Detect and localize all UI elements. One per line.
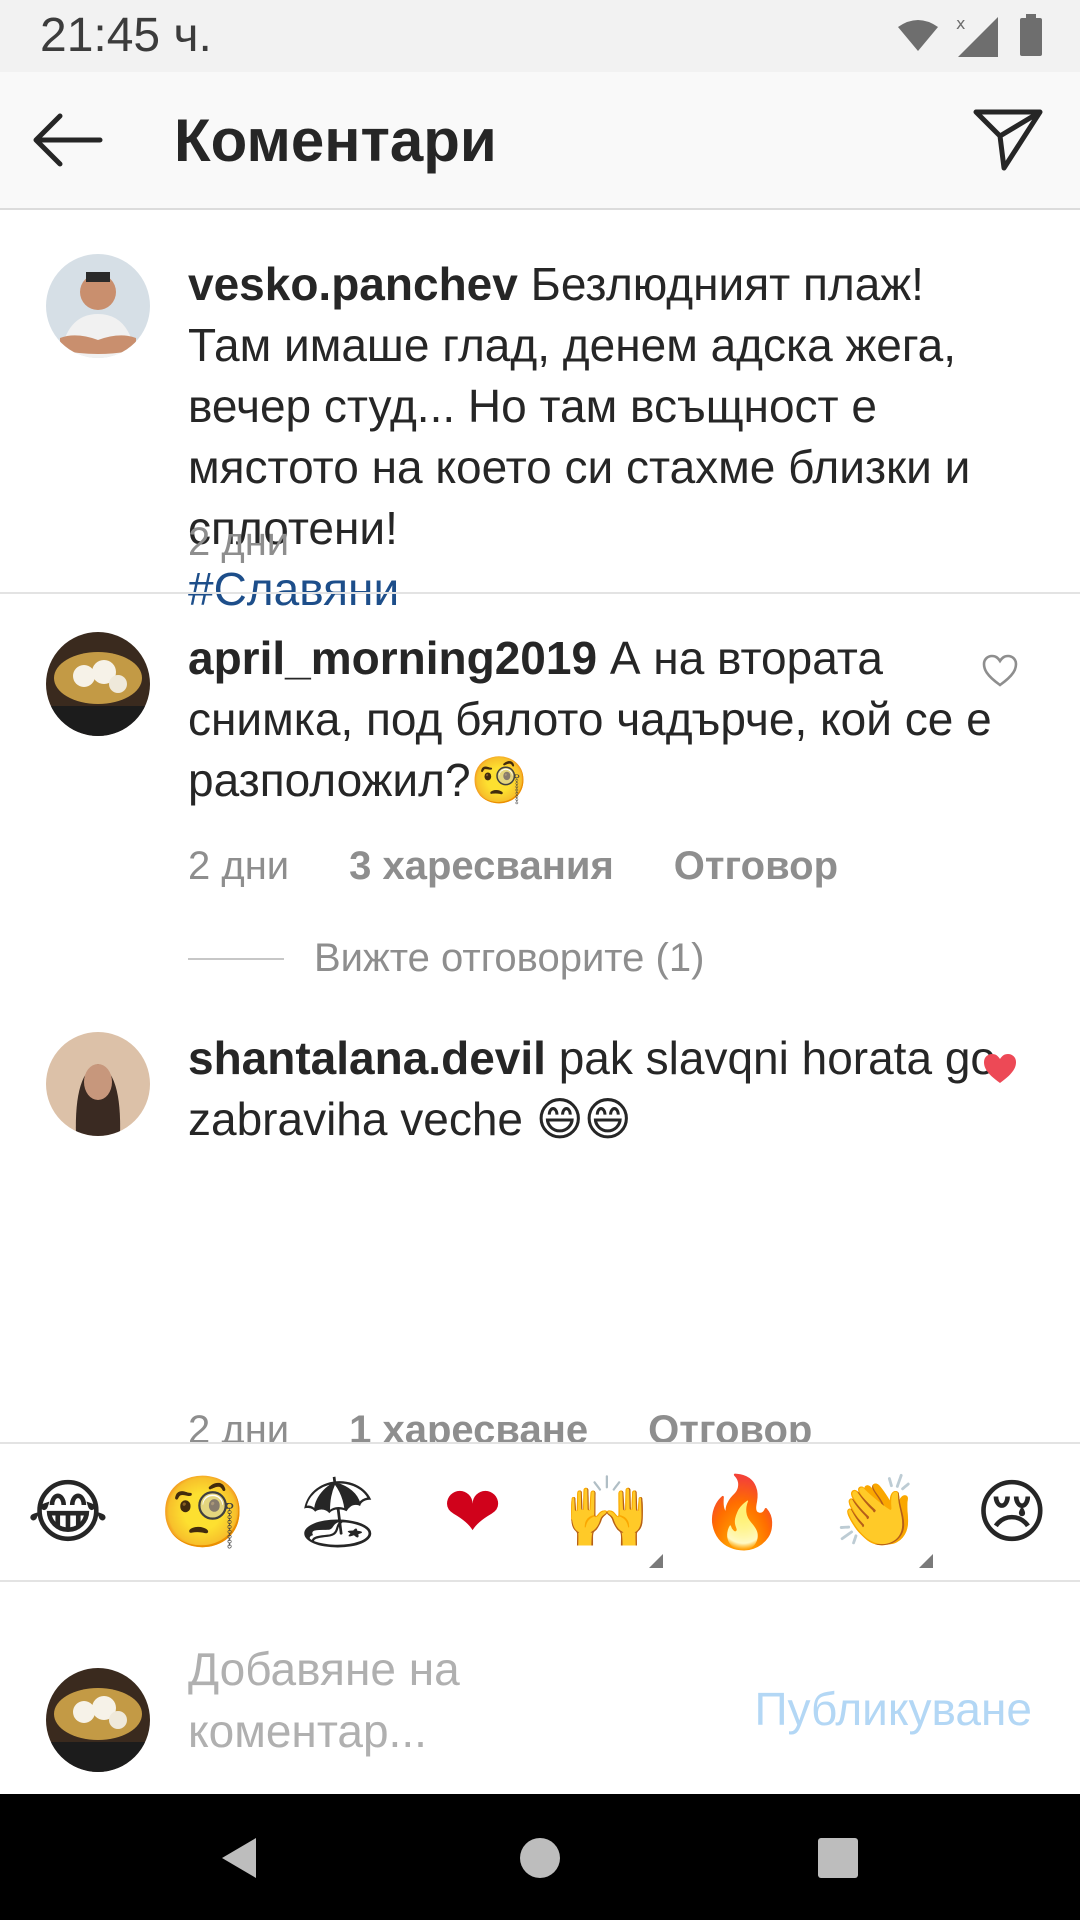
emoji-monocle[interactable]: 🧐	[159, 1470, 246, 1554]
status-icons: x	[896, 12, 1044, 60]
skin-tone-indicator	[919, 1554, 934, 1568]
comment-meta: 2 дни 1 харесване Отговор	[188, 1408, 812, 1442]
emoji-tears-of-joy[interactable]: 😂	[26, 1470, 110, 1554]
comment-username[interactable]: vesko.panchev	[188, 258, 518, 310]
emoji-clapping-wrap[interactable]: 👏	[833, 1470, 934, 1568]
divider	[0, 592, 1080, 594]
skin-tone-indicator	[649, 1554, 664, 1568]
status-time: 21:45 ч.	[40, 9, 212, 62]
view-replies-button[interactable]: Вижте отговорите (1)	[188, 936, 704, 981]
nav-home-icon[interactable]	[516, 1834, 564, 1882]
comment-username[interactable]: april_morning2019	[188, 632, 597, 684]
comment-composer: Публикуване	[0, 1584, 1080, 1794]
comment-time: 2 дни	[188, 520, 290, 564]
comment-text: vesko.panchev Безлюдният плаж! Там имаше…	[188, 254, 1018, 620]
emoji-crying[interactable]: 😢	[970, 1470, 1054, 1554]
comment-text: shantalana.devil pak slavqni horata go z…	[188, 1028, 1018, 1150]
view-replies-label: Вижте отговорите (1)	[314, 936, 705, 980]
send-icon[interactable]	[970, 102, 1046, 174]
emoji-beach[interactable]: 🏖	[293, 1470, 382, 1554]
avatar[interactable]	[46, 254, 150, 358]
replies-line	[188, 957, 284, 960]
likes-count[interactable]: 1 харесване	[349, 1408, 588, 1442]
reply-button[interactable]: Отговор	[648, 1408, 812, 1442]
nav-recents-icon[interactable]	[814, 1834, 862, 1882]
status-bar: 21:45 ч. x	[0, 0, 1080, 72]
battery-icon	[1020, 14, 1042, 56]
hashtag-link[interactable]: #Славяни	[188, 563, 399, 615]
comment-meta: 2 дни 3 харесвания Отговор	[188, 844, 838, 889]
emoji-raising-hands: 🙌	[563, 1470, 651, 1553]
wifi-icon	[898, 20, 938, 51]
emoji-fire[interactable]: 🔥	[699, 1470, 786, 1554]
svg-text:x: x	[956, 14, 965, 33]
reply-button[interactable]: Отговор	[674, 844, 838, 889]
emoji-clapping: 👏	[833, 1470, 921, 1553]
comment-username[interactable]: shantalana.devil	[188, 1032, 546, 1084]
signal-icon: x	[956, 14, 998, 57]
back-arrow-icon[interactable]	[30, 106, 106, 174]
avatar[interactable]	[46, 632, 150, 736]
emoji-red-heart[interactable]: ❤	[431, 1470, 515, 1554]
comment-time: 2 дни	[188, 844, 290, 888]
comment-text: april_morning2019 А на втората снимка, п…	[188, 628, 1018, 811]
comment-input[interactable]	[188, 1638, 708, 1778]
nav-back-icon[interactable]	[216, 1834, 264, 1882]
comment-time: 2 дни	[188, 1408, 290, 1442]
likes-count[interactable]: 3 харесвания	[349, 844, 614, 889]
emoji-bar: 😂 🧐 🏖 ❤ 🙌 🔥 👏 😢	[0, 1442, 1080, 1582]
app-bar: Коментари	[0, 72, 1080, 210]
page-title: Коментари	[174, 107, 497, 174]
comments-list: vesko.panchev Безлюдният плаж! Там имаше…	[0, 210, 1080, 1442]
post-button[interactable]: Публикуване	[754, 1682, 1032, 1736]
liked-heart-icon[interactable]	[982, 1052, 1018, 1086]
own-avatar	[46, 1668, 150, 1772]
navigation-bar	[0, 1794, 1080, 1920]
like-heart-icon[interactable]	[982, 654, 1018, 688]
emoji-raising-hands-wrap[interactable]: 🙌	[563, 1470, 664, 1568]
comment-meta: 2 дни	[188, 520, 289, 565]
avatar[interactable]	[46, 1032, 150, 1136]
